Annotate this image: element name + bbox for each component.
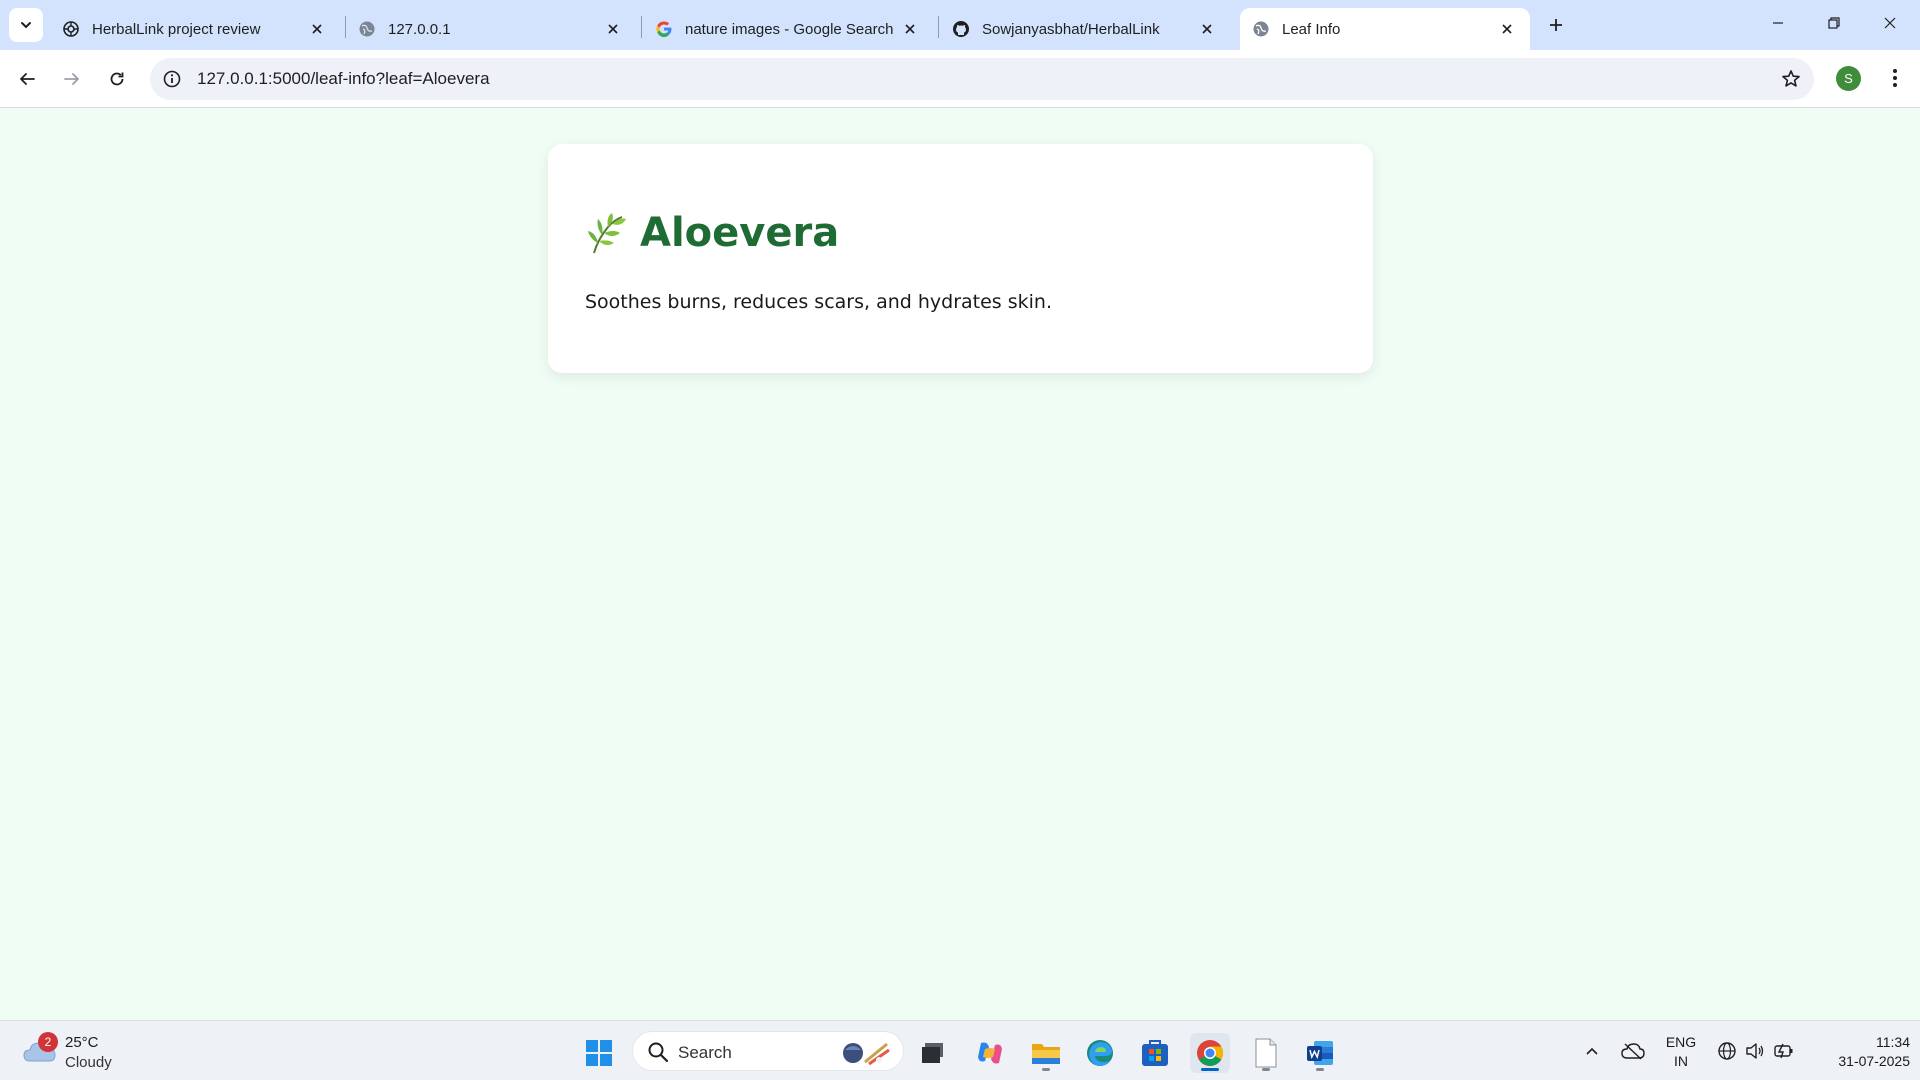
language-indicator[interactable]: ENG IN <box>1658 1033 1704 1071</box>
close-icon <box>1884 17 1896 29</box>
chrome-icon <box>1197 1040 1224 1066</box>
address-bar[interactable]: 127.0.0.1:5000/leaf-info?leaf=Aloevera <box>150 58 1814 100</box>
start-button[interactable] <box>579 1033 619 1073</box>
word-icon <box>1307 1041 1333 1065</box>
plus-icon <box>1550 19 1562 31</box>
running-indicator <box>1262 1068 1270 1071</box>
system-clock[interactable]: 11:34 31-07-2025 <box>1810 1033 1910 1071</box>
region-code: IN <box>1674 1053 1688 1069</box>
tab-title: Leaf Info <box>1282 20 1341 38</box>
herb-leaf-icon <box>588 213 626 254</box>
url-text[interactable]: 127.0.0.1:5000/leaf-info?leaf=Aloevera <box>197 69 490 89</box>
word-button[interactable] <box>1300 1033 1340 1073</box>
copilot-icon <box>978 1042 1002 1064</box>
close-icon[interactable] <box>602 18 624 40</box>
tab-search-button[interactable] <box>9 8 43 42</box>
document-icon <box>1255 1038 1277 1068</box>
close-icon[interactable] <box>1196 18 1218 40</box>
speaker-icon <box>1746 1043 1764 1059</box>
chevron-up-icon <box>1586 1047 1598 1055</box>
chevron-down-icon <box>21 22 31 29</box>
network-tray-icon[interactable] <box>1714 1035 1740 1067</box>
tab-strip: HerbalLink project review 127.0.0.1 natu… <box>0 0 1920 50</box>
globe-icon <box>1252 20 1270 38</box>
browser-menu-button[interactable] <box>1880 62 1910 94</box>
taskbar: 2 25°C Cloudy Search ENG IN 11:34 31-07-… <box>0 1020 1920 1080</box>
taskbar-search[interactable]: Search <box>632 1031 904 1071</box>
chrome-button[interactable] <box>1190 1033 1230 1073</box>
globe-icon <box>358 20 376 38</box>
tab-herballink-project-review[interactable]: HerbalLink project review <box>50 8 340 50</box>
notepad-button[interactable] <box>1246 1033 1286 1073</box>
weather-widget[interactable]: 2 25°C Cloudy <box>20 1029 130 1073</box>
github-icon <box>952 20 970 38</box>
close-window-button[interactable] <box>1862 0 1918 46</box>
tab-title: HerbalLink project review <box>92 20 261 38</box>
notification-badge: 2 <box>38 1032 58 1052</box>
more-vertical-icon <box>1893 69 1897 87</box>
clock-date: 31-07-2025 <box>1838 1053 1910 1069</box>
forward-button[interactable] <box>54 61 90 97</box>
leaf-heading: Aloevera <box>584 210 839 256</box>
weather-condition: Cloudy <box>65 1054 112 1071</box>
weather-temperature: 25°C <box>65 1034 99 1051</box>
volume-tray-icon[interactable] <box>1742 1035 1768 1067</box>
tab-title: nature images - Google Search <box>685 20 894 38</box>
leaf-description: Soothes burns, reduces scars, and hydrat… <box>585 291 1052 313</box>
search-label: Search <box>678 1043 732 1062</box>
profile-avatar[interactable]: S <box>1836 66 1861 91</box>
tab-google-search[interactable]: nature images - Google Search <box>643 8 933 50</box>
reload-button[interactable] <box>99 61 135 97</box>
google-icon <box>655 20 673 38</box>
onedrive-tray-icon[interactable] <box>1618 1035 1648 1067</box>
battery-tray-icon[interactable] <box>1770 1035 1798 1067</box>
copilot-button[interactable] <box>970 1033 1010 1073</box>
reload-icon <box>110 72 124 86</box>
page-title: Aloevera <box>640 210 840 256</box>
tab-leaf-info[interactable]: Leaf Info <box>1240 8 1530 50</box>
browser-toolbar: 127.0.0.1:5000/leaf-info?leaf=Aloevera <box>0 50 1920 108</box>
running-indicator <box>1201 1068 1219 1071</box>
cloud-off-icon <box>1621 1043 1645 1060</box>
edge-button[interactable] <box>1080 1033 1120 1073</box>
search-highlight-icon <box>843 1042 890 1066</box>
tab-separator <box>938 16 939 38</box>
folder-icon <box>1032 1044 1060 1064</box>
show-hidden-icons-button[interactable] <box>1580 1035 1604 1067</box>
tab-github-repo[interactable]: Sowjanyasbhat/HerbalLink <box>940 8 1230 50</box>
close-icon[interactable] <box>1496 18 1518 40</box>
leaf-info-card: Aloevera Soothes burns, reduces scars, a… <box>548 144 1373 373</box>
site-info-icon[interactable] <box>160 67 184 91</box>
back-button[interactable] <box>9 61 45 97</box>
running-indicator <box>1316 1068 1324 1071</box>
globe-icon <box>1718 1042 1736 1060</box>
tab-title: Sowjanyasbhat/HerbalLink <box>982 20 1160 38</box>
edge-icon <box>1087 1040 1113 1066</box>
openai-icon <box>62 20 80 38</box>
tab-localhost[interactable]: 127.0.0.1 <box>346 8 636 50</box>
search-icon <box>648 1042 669 1063</box>
language-code: ENG <box>1665 1034 1697 1050</box>
battery-charging-icon <box>1774 1043 1793 1059</box>
restore-icon <box>1828 17 1840 29</box>
minimize-button[interactable] <box>1750 0 1806 46</box>
minimize-icon <box>1773 22 1783 24</box>
file-explorer-button[interactable] <box>1026 1033 1066 1073</box>
running-indicator <box>1042 1068 1050 1071</box>
close-icon[interactable] <box>899 18 921 40</box>
restore-button[interactable] <box>1806 0 1862 46</box>
task-view-icon <box>922 1043 943 1063</box>
tab-title: 127.0.0.1 <box>388 20 451 38</box>
close-icon[interactable] <box>306 18 328 40</box>
clock-time: 11:34 <box>1876 1034 1910 1050</box>
arrow-right-icon <box>64 73 79 85</box>
bookmark-star-icon[interactable] <box>1778 66 1804 92</box>
tab-separator <box>641 16 642 38</box>
store-icon <box>1142 1040 1168 1066</box>
task-view-button[interactable] <box>913 1033 953 1073</box>
arrow-left-icon <box>20 73 35 85</box>
microsoft-store-button[interactable] <box>1135 1033 1175 1073</box>
new-tab-button[interactable] <box>1541 10 1571 40</box>
windows-logo-icon <box>586 1040 612 1066</box>
